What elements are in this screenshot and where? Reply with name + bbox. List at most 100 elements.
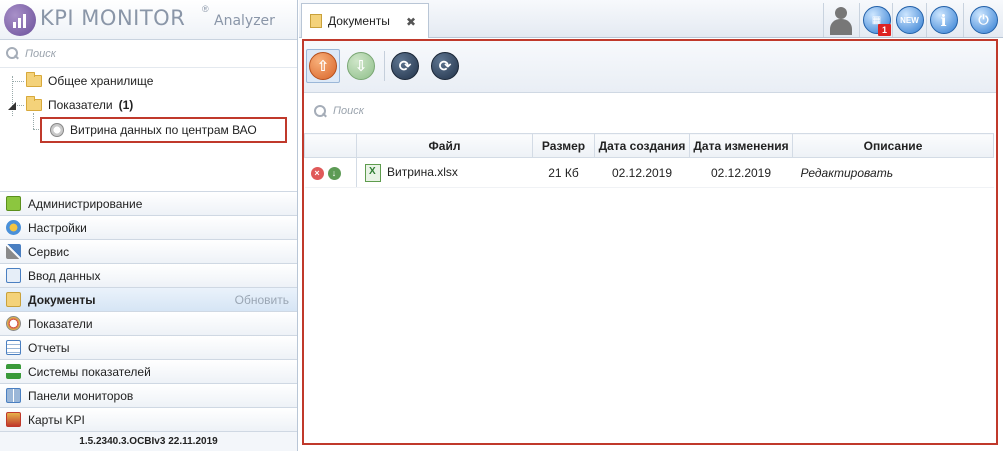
- sync-fast-button[interactable]: ⟳: [388, 49, 422, 83]
- tools-icon: [6, 244, 21, 259]
- excel-file-icon: [365, 163, 381, 182]
- refresh-link[interactable]: Обновить: [235, 293, 289, 307]
- tree-item-label: Общее хранилище: [48, 74, 154, 88]
- panels-icon: [6, 388, 21, 403]
- upload-button[interactable]: ⇧: [306, 49, 340, 83]
- grid-header-description[interactable]: Описание: [792, 133, 994, 158]
- tree-item-count: (1): [118, 98, 134, 112]
- app-logo: KPI MONITOR ® Analyzer: [0, 0, 297, 40]
- nav-label: Карты KPI: [28, 412, 85, 427]
- download-button[interactable]: ⇩: [344, 49, 378, 83]
- documents-panel: ⇧ ⇩ ⟳ ⟳ Поиск Файл Размер Дата создания …: [302, 39, 998, 445]
- delete-icon[interactable]: ×: [310, 166, 324, 180]
- logo-subtitle: Analyzer: [214, 13, 275, 29]
- table-row[interactable]: ×↓ Витрина.xlsx 21 Кб 02.12.2019 02.12.2…: [304, 157, 994, 188]
- nav-item-kpi-maps[interactable]: Карты KPI: [0, 407, 297, 431]
- nav-item-admin[interactable]: Администрирование: [0, 191, 297, 215]
- version-label: 1.5.2340.3.OCBIv3 22.11.2019: [0, 431, 297, 451]
- nav-label: Панели мониторов: [28, 388, 134, 403]
- grid-header-modified[interactable]: Дата изменения: [689, 133, 793, 158]
- file-name: Витрина.xlsx: [387, 164, 458, 179]
- power-icon: ⏻: [969, 6, 998, 34]
- indicators-icon: [6, 316, 21, 331]
- tree-search[interactable]: Поиск: [0, 40, 297, 68]
- nav-label: Ввод данных: [28, 268, 101, 283]
- documents-toolbar: ⇧ ⇩ ⟳ ⟳: [304, 41, 996, 93]
- power-button[interactable]: ⏻: [963, 3, 1003, 37]
- folder-icon: [26, 96, 42, 111]
- grid-header-actions: [304, 133, 357, 158]
- logo-title: KPI MONITOR: [40, 6, 186, 30]
- info-icon: i: [929, 6, 958, 34]
- documents-search-placeholder: Поиск: [333, 105, 364, 117]
- logo-registered: ®: [202, 4, 209, 14]
- nav-item-indicators[interactable]: Показатели: [0, 311, 297, 335]
- grid-header-size[interactable]: Размер: [532, 133, 595, 158]
- nav-item-reports[interactable]: Отчеты: [0, 335, 297, 359]
- cell-modified: 02.12.2019: [689, 157, 793, 188]
- left-panel: KPI MONITOR ® Analyzer Поиск Общее храни…: [0, 0, 298, 451]
- kpi-maps-icon: [6, 412, 21, 427]
- nav-item-panels[interactable]: Панели мониторов: [0, 383, 297, 407]
- top-bar: Документы ✖ ▦ NEW i ⏻: [299, 0, 1003, 38]
- cell-created: 02.12.2019: [594, 157, 690, 188]
- data-input-icon: [6, 268, 21, 283]
- row-actions: × ↓: [304, 157, 357, 188]
- upload-icon: ⇧: [309, 52, 337, 80]
- nav-label: Настройки: [28, 220, 87, 235]
- toolbar-separator: [384, 51, 385, 81]
- nav-menu: Администрирование Настройки Сервис Ввод …: [0, 191, 297, 431]
- cell-file[interactable]: Витрина.xlsx: [356, 157, 533, 188]
- sync-lightning-icon: ⟳: [391, 52, 419, 80]
- notification-badge: 1: [878, 24, 891, 36]
- expand-arrow-icon[interactable]: [8, 102, 16, 110]
- nav-label: Системы показателей: [28, 364, 151, 379]
- nav-label: Показатели: [28, 316, 93, 331]
- tab-close-icon[interactable]: ✖: [406, 15, 416, 29]
- cell-description[interactable]: Редактировать: [792, 157, 994, 188]
- nav-label: Администрирование: [28, 196, 143, 211]
- gauge-icon: [50, 123, 64, 137]
- documents-icon: [6, 292, 21, 307]
- nav-item-documents[interactable]: Документы Обновить: [0, 287, 297, 311]
- systems-icon: [6, 364, 21, 379]
- sync-button[interactable]: ⟳: [428, 49, 462, 83]
- cell-size: 21 Кб: [532, 157, 595, 188]
- grid-header-created[interactable]: Дата создания: [594, 133, 690, 158]
- tree-item-storage[interactable]: Общее хранилище: [26, 70, 153, 92]
- logo-icon: [4, 4, 36, 36]
- documents-search[interactable]: Поиск: [314, 101, 364, 121]
- document-tree: Общее хранилище Показатели (1) Витрина д…: [0, 68, 297, 188]
- download-row-icon[interactable]: ↓: [327, 166, 341, 180]
- download-icon: ⇩: [347, 52, 375, 80]
- nav-item-settings[interactable]: Настройки: [0, 215, 297, 239]
- reports-icon: [6, 340, 21, 355]
- nav-label: Отчеты: [28, 340, 70, 355]
- settings-icon: [6, 220, 21, 235]
- search-icon: [314, 104, 327, 118]
- nav-item-systems[interactable]: Системы показателей: [0, 359, 297, 383]
- tree-item-label: Показатели: [48, 98, 113, 112]
- tab-documents[interactable]: Документы ✖: [301, 3, 429, 38]
- grid-header: Файл Размер Дата создания Дата изменения…: [304, 133, 994, 158]
- tree-search-placeholder: Поиск: [25, 47, 56, 60]
- documents-grid: Файл Размер Дата создания Дата изменения…: [304, 133, 996, 188]
- nav-label: Сервис: [28, 244, 70, 259]
- tree-item-indicators[interactable]: Показатели (1): [26, 94, 133, 116]
- new-icon: NEW: [895, 6, 924, 34]
- news-button[interactable]: NEW: [892, 3, 926, 37]
- user-button[interactable]: [823, 3, 857, 37]
- tree-item-label: Витрина данных по центрам ВАО: [70, 123, 257, 137]
- admin-icon: [6, 196, 21, 211]
- tab-label: Документы: [328, 14, 390, 28]
- folder-icon: [26, 72, 42, 87]
- nav-label: Документы: [28, 292, 96, 307]
- info-button[interactable]: i: [926, 3, 960, 37]
- sync-icon: ⟳: [431, 52, 459, 80]
- search-icon: [6, 47, 19, 60]
- nav-item-service[interactable]: Сервис: [0, 239, 297, 263]
- nav-item-data-input[interactable]: Ввод данных: [0, 263, 297, 287]
- user-avatar-icon: [827, 5, 855, 35]
- grid-header-file[interactable]: Файл: [356, 133, 533, 158]
- tree-item-showcase[interactable]: Витрина данных по центрам ВАО: [40, 117, 287, 143]
